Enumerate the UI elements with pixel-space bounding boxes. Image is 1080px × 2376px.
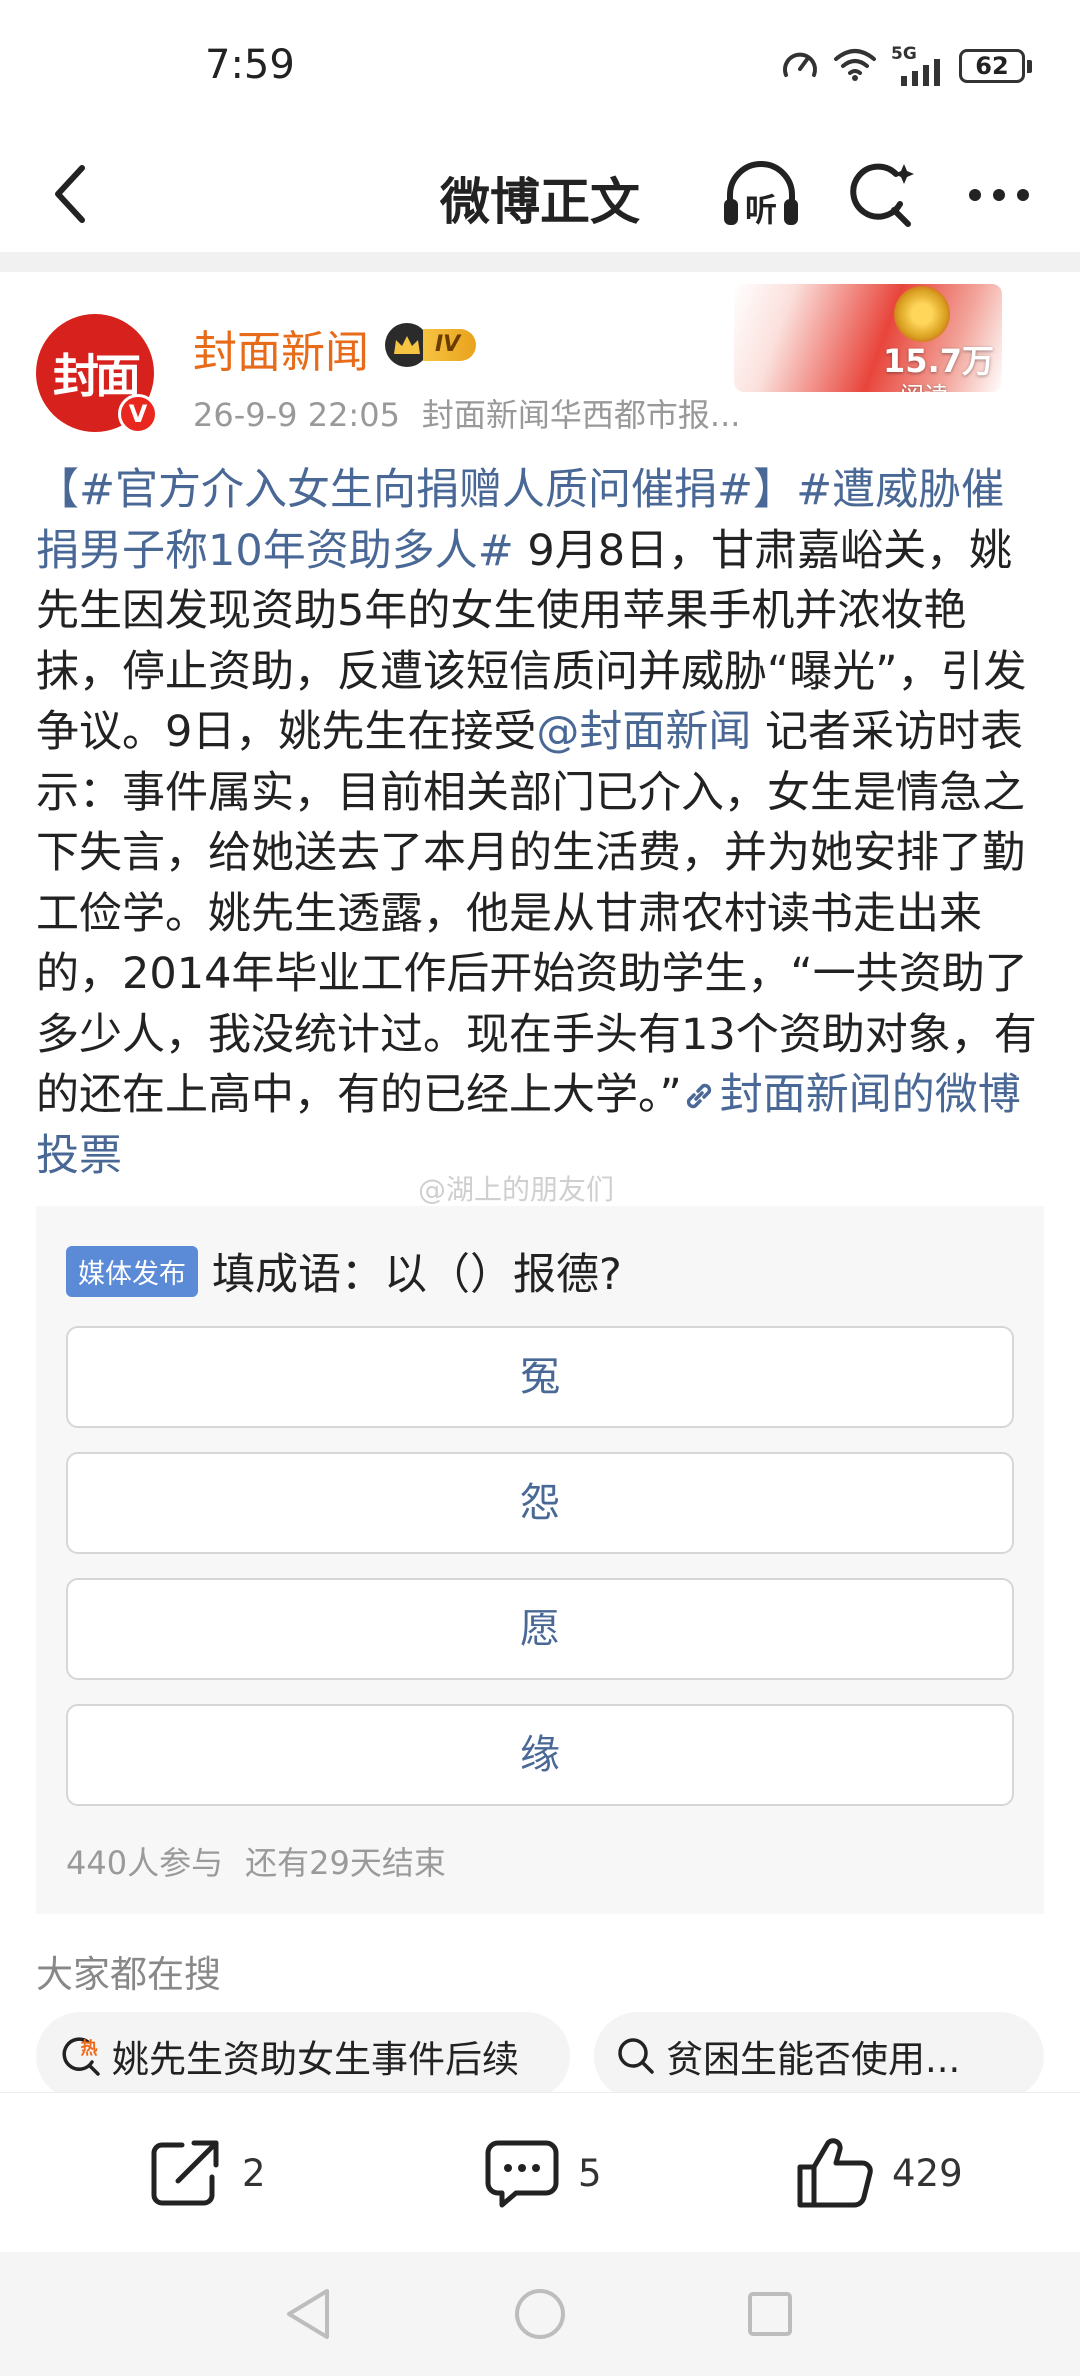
poll-remaining: 还有29天结束 [245,1844,446,1882]
status-bar: 7:59 5G 62 [0,0,1080,136]
battery-level: 62 [959,49,1025,83]
poll-badge: 媒体发布 [66,1245,198,1297]
poll-card: 媒体发布 填成语：以（）报德? 冤 怨 愿 缘 440人参与 还有29天结束 [36,1206,1044,1914]
like-button[interactable]: 429 [796,2137,963,2209]
avatar-logo: 封面 [53,349,141,403]
wifi-icon [833,47,877,85]
nav-back-button[interactable] [276,2282,340,2346]
more-dots-icon [969,189,1029,201]
trending-search-label: 贫困生能否使用... [666,2038,961,2081]
poll-option[interactable]: 冤 [66,1326,1014,1428]
vip-level: IV [423,329,477,361]
hot-search-icon: 热 [58,2034,102,2078]
post-timestamp: 26-9-9 22:05 [193,396,400,434]
vip-badge[interactable]: IV [385,322,497,368]
like-count: 429 [892,2151,963,2195]
comment-count: 5 [578,2151,602,2195]
share-icon [151,2140,219,2206]
poll-option[interactable]: 缘 [66,1704,1014,1806]
nav-recents-button[interactable] [738,2282,802,2346]
poll-option[interactable]: 怨 [66,1452,1014,1554]
poll-option[interactable]: 愿 [66,1578,1014,1680]
speed-icon [781,47,819,85]
search-icon [850,163,914,227]
trending-search-label: 姚先生资助女生事件后续 [112,2038,519,2081]
header-divider [0,252,1080,272]
signal-icon: 5G [891,44,945,86]
verified-badge: V [118,394,158,434]
status-time: 7:59 [205,42,295,88]
author-name[interactable]: 封面新闻 [193,316,369,380]
triangle-back-icon [287,2289,329,2339]
header: 微博正文 听 [0,136,1080,252]
post-source: 封面新闻华西都市报... [421,396,741,434]
poll-question: 媒体发布 填成语：以（）报德? [66,1240,622,1302]
hot-badge: 热 [81,2038,98,2059]
post-meta: 26-9-9 22:05 封面新闻华西都市报... [193,390,740,436]
post-text: 记者采访时表示：事件属实，目前相关部门已介入，女生是情急之下失言，给她送去了本月… [36,707,1037,1120]
listen-button[interactable]: 听 [718,152,804,238]
share-button[interactable]: 2 [148,2137,266,2209]
watermark: @湖上的朋友们 [418,1173,615,1206]
read-count-banner[interactable]: 15.7万 阅读 [734,284,1002,392]
post-body: 【#官方介入女生向捐赠人质问催捐#】#遭威胁催捐男子称10年资助多人# 9月8日… [36,460,1046,1186]
trending-search-chip[interactable]: 贫困生能否使用... [594,2012,1044,2100]
listen-label: 听 [745,191,777,229]
circle-home-icon [515,2289,565,2339]
search-icon [616,2036,656,2076]
emblem-icon [894,286,950,342]
headphones-icon: 听 [724,161,798,229]
hashtag-link[interactable]: 【#官方介入女生向捐赠人质问催捐#】 [36,465,796,515]
poll-participants: 440人参与 [66,1844,224,1882]
share-count: 2 [242,2151,266,2195]
comment-button[interactable]: 5 [484,2137,602,2209]
read-label: 阅读 [900,376,948,392]
square-recents-icon [748,2292,792,2336]
link-icon [686,1083,711,1109]
action-bar: 2 5 429 [0,2092,1080,2252]
thumbs-up-icon [797,2138,873,2208]
trending-title: 大家都在搜 [36,1953,221,1996]
mention-link[interactable]: @封面新闻 [536,707,751,757]
battery-tip [1027,59,1032,73]
poll-footer: 440人参与 还有29天结束 [66,1838,446,1884]
comment-icon [485,2140,559,2208]
poll-question-text: 填成语：以（）报德? [212,1250,622,1300]
battery-icon: 62 [959,49,1032,83]
nav-home-button[interactable] [508,2282,572,2346]
author-row: 封面 V 封面新闻 IV 26-9-9 22:05 封面新闻华西都市报... 15… [0,272,1080,442]
search-button[interactable] [838,152,924,238]
status-icons: 5G 62 [781,44,1032,86]
more-button[interactable] [956,152,1042,238]
system-nav-bar [0,2252,1080,2376]
trending-search-chip[interactable]: 热 姚先生资助女生事件后续 [36,2012,570,2100]
